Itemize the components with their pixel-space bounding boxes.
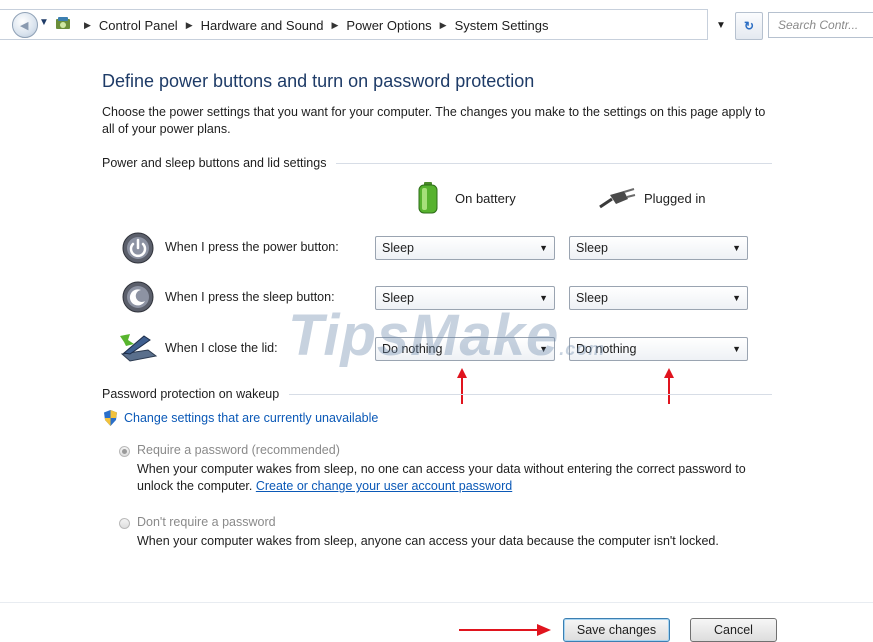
no-password-radio[interactable] [119, 518, 130, 529]
power-buttons-section-heading: Power and sleep buttons and lid settings [102, 156, 772, 170]
footer-divider [0, 602, 873, 603]
section-heading-text: Password protection on wakeup [102, 387, 280, 401]
plugged-in-column-header: Plugged in [598, 187, 705, 209]
require-password-description: When your computer wakes from sleep, no … [137, 461, 747, 495]
watermark-logo: TipsMake.com [288, 302, 605, 369]
power-plug-icon [599, 188, 636, 209]
on-battery-label: On battery [455, 190, 516, 206]
breadcrumb-item[interactable]: System Settings [451, 18, 553, 33]
divider [289, 393, 772, 395]
no-password-label: Don't require a password [137, 515, 276, 529]
password-section-heading: Password protection on wakeup [102, 387, 772, 401]
cancel-button[interactable]: Cancel [690, 618, 777, 642]
laptop-lid-icon [120, 334, 158, 362]
dropdown-arrow-icon: ▼ [539, 243, 548, 253]
uac-shield-icon [104, 410, 117, 426]
power-button-on-battery-select[interactable]: Sleep ▼ [375, 236, 555, 260]
dropdown-arrow-icon: ▼ [732, 293, 741, 303]
breadcrumb-item[interactable]: Hardware and Sound [197, 18, 328, 33]
no-password-description: When your computer wakes from sleep, any… [137, 534, 719, 548]
watermark-suffix: .com [559, 339, 606, 359]
breadcrumb: ▶ Control Panel ▶ Hardware and Sound ▶ P… [80, 11, 700, 39]
change-settings-link[interactable]: Change settings that are currently unava… [124, 411, 378, 425]
section-heading-text: Power and sleep buttons and lid settings [102, 156, 327, 170]
refresh-button[interactable]: ↻ [735, 12, 763, 40]
back-button[interactable]: ◀ [0, 11, 38, 39]
save-changes-button[interactable]: Save changes [563, 618, 670, 642]
on-battery-column-header: On battery [415, 181, 516, 215]
power-button-label: When I press the power button: [165, 240, 339, 254]
annotation-right-arrow-icon [459, 624, 551, 636]
dropdown-arrow-icon: ▼ [732, 243, 741, 253]
dropdown-arrow-icon: ▼ [732, 344, 741, 354]
divider [336, 162, 772, 164]
require-password-label: Require a password (recommended) [137, 443, 340, 457]
address-bar: ◀ ▼ ▶ Control Panel ▶ Hardware and Sound… [0, 0, 873, 50]
address-dropdown-icon[interactable]: ▼ [716, 20, 726, 31]
power-button-plugged-in-select[interactable]: Sleep ▼ [569, 236, 748, 260]
require-password-radio[interactable] [119, 446, 130, 457]
search-input[interactable]: Search Contr... [768, 12, 873, 38]
breadcrumb-item[interactable]: Control Panel [95, 18, 182, 33]
sleep-button-icon [122, 281, 154, 313]
battery-icon [418, 182, 438, 214]
select-value: Sleep [576, 241, 608, 255]
control-panel-icon [56, 17, 70, 29]
history-dropdown-icon[interactable]: ▼ [39, 17, 49, 28]
breadcrumb-separator-icon[interactable]: ▶ [80, 20, 95, 31]
back-arrow-icon: ◀ [20, 20, 29, 32]
page-description: Choose the power settings that you want … [102, 105, 766, 136]
breadcrumb-separator-icon[interactable]: ▶ [182, 20, 197, 31]
power-button-icon [122, 232, 154, 264]
select-value: Sleep [382, 241, 414, 255]
breadcrumb-item[interactable]: Power Options [342, 18, 435, 33]
user-account-password-link[interactable]: Create or change your user account passw… [256, 479, 512, 493]
page-title: Define power buttons and turn on passwor… [102, 71, 535, 91]
close-lid-label: When I close the lid: [165, 341, 278, 355]
refresh-icon: ↻ [743, 19, 755, 33]
plugged-in-label: Plugged in [644, 190, 706, 206]
watermark-text: TipsMake [288, 303, 560, 368]
breadcrumb-separator-icon[interactable]: ▶ [436, 20, 451, 31]
breadcrumb-separator-icon[interactable]: ▶ [327, 20, 342, 31]
